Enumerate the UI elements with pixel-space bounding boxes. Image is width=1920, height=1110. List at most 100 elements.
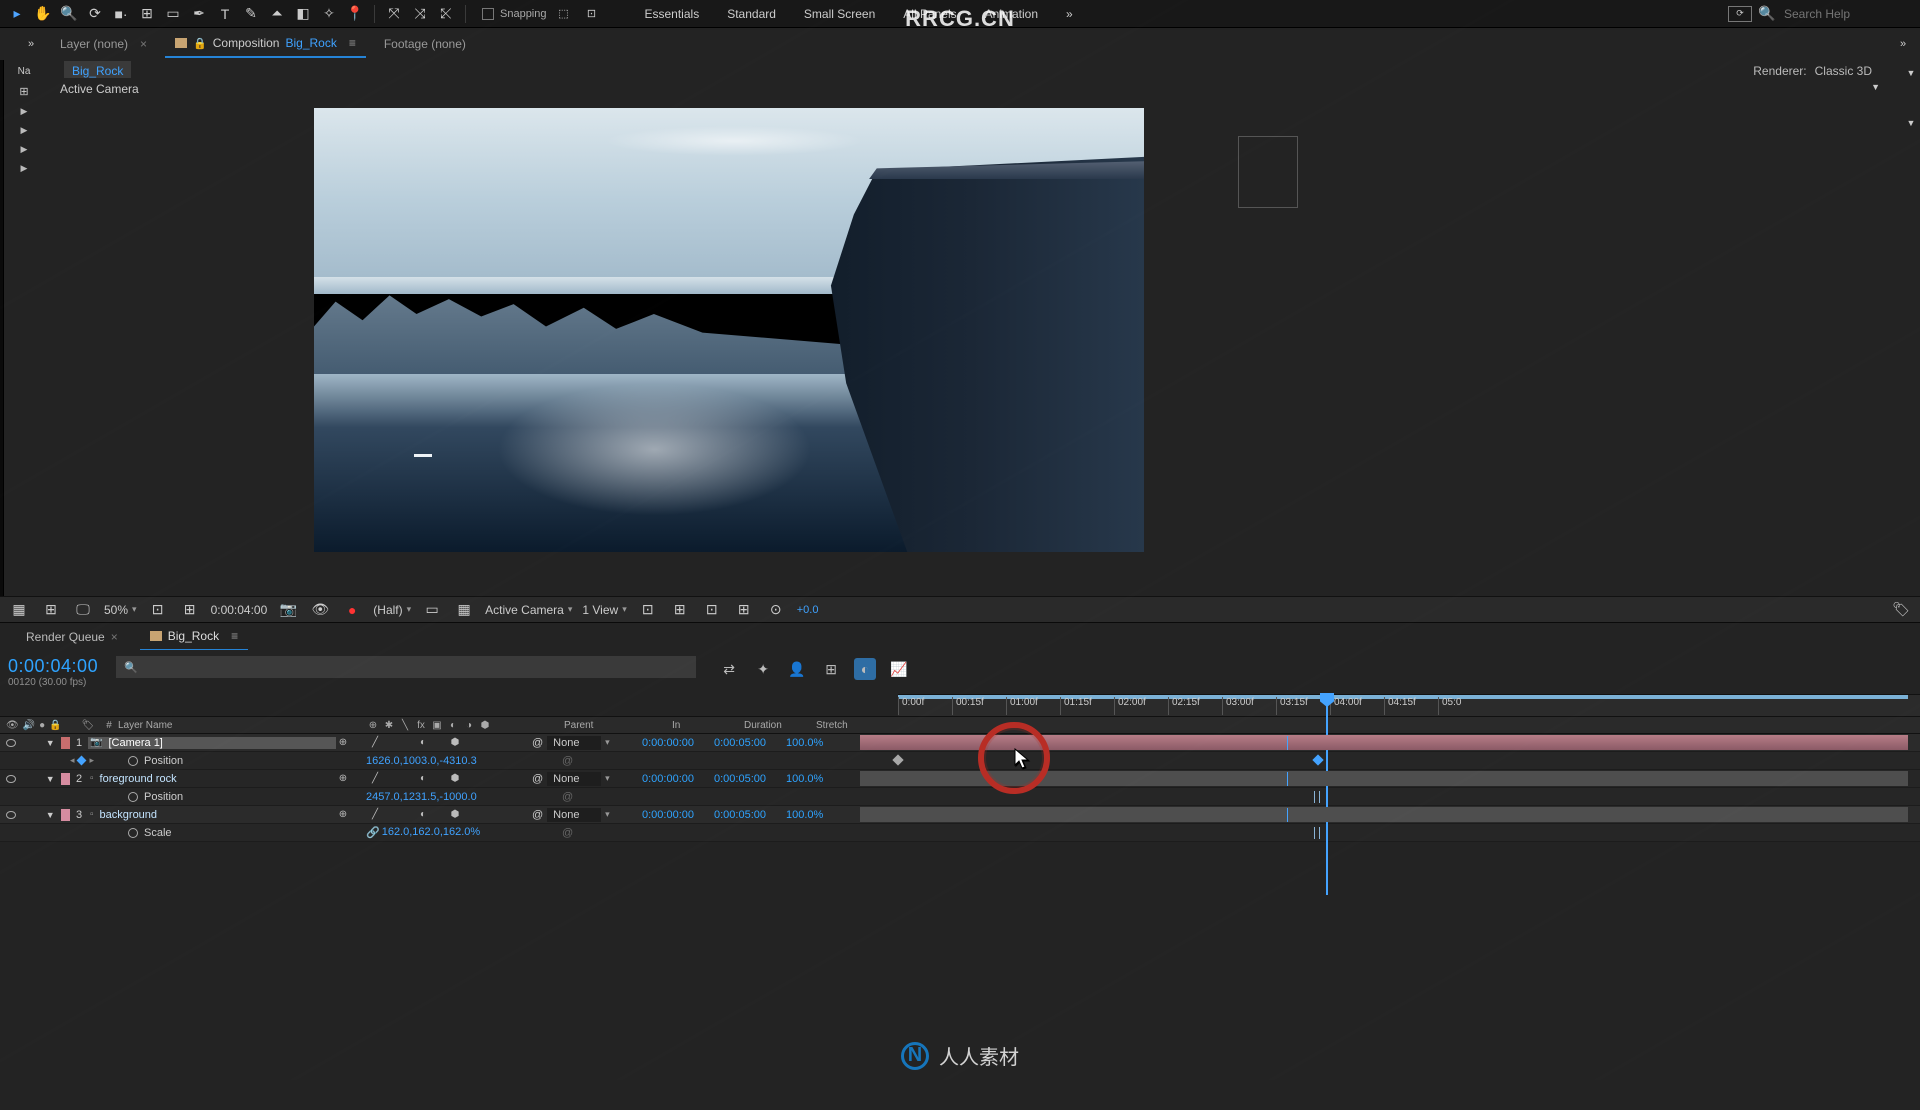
property-value[interactable]: 2457.0,1231.5,-1000.0: [366, 791, 558, 803]
pixel-aspect-icon[interactable]: ⊡: [637, 599, 659, 621]
tab-render-queue[interactable]: Render Queue ×: [16, 624, 128, 650]
label-color[interactable]: [61, 773, 70, 785]
right-collapse-icon[interactable]: ▼: [1907, 68, 1916, 78]
layer-stretch[interactable]: 100.0%: [786, 773, 858, 785]
pickwhip-icon[interactable]: @: [532, 773, 543, 785]
roto-tool-icon[interactable]: ✧: [318, 3, 340, 25]
right-collapse-icon[interactable]: ▼: [1907, 118, 1916, 128]
monitor-icon[interactable]: 🖵: [72, 599, 94, 621]
twirl-icon[interactable]: ▼: [46, 738, 55, 748]
property-row[interactable]: ◂▸ Position 1626.0,1003.0,-4310.3 @: [0, 752, 1920, 770]
selection-tool-icon[interactable]: ▸: [6, 3, 28, 25]
layer-in[interactable]: 0:00:00:00: [642, 737, 714, 749]
time-ruler[interactable]: 0:00f00:15f01:00f01:15f02:00f02:15f03:00…: [898, 694, 1920, 716]
motion-blur-icon[interactable]: ◐: [854, 658, 876, 680]
layer-in[interactable]: 0:00:00:00: [642, 773, 714, 785]
exposure-value[interactable]: +0.0: [797, 604, 819, 616]
parent-dropdown[interactable]: None: [547, 772, 601, 786]
puppet-tool-icon[interactable]: 📍: [344, 3, 366, 25]
search-input[interactable]: [1784, 7, 1904, 21]
zoom-dropdown[interactable]: 50%▾: [104, 603, 137, 617]
renderer-value[interactable]: Classic 3D: [1815, 64, 1872, 78]
graph-editor-icon[interactable]: 📈: [888, 658, 910, 680]
eraser-tool-icon[interactable]: ◧: [292, 3, 314, 25]
snap-opts2-icon[interactable]: ⊡: [581, 3, 603, 25]
layer-switches[interactable]: ⊕╱ ◐⬢: [336, 737, 528, 748]
close-icon[interactable]: ×: [140, 37, 147, 51]
layer-in[interactable]: 0:00:00:00: [642, 809, 714, 821]
side-expand-icon[interactable]: ▶: [21, 106, 28, 117]
layer-bar[interactable]: [860, 807, 1908, 822]
visibility-toggle[interactable]: [6, 775, 16, 783]
stopwatch-icon[interactable]: [128, 828, 138, 838]
workspace-essentials[interactable]: Essentials: [645, 7, 700, 21]
region-icon[interactable]: ⊞: [179, 599, 201, 621]
keyframe-icon[interactable]: [1312, 754, 1323, 765]
resolution-dropdown[interactable]: (Half)▾: [373, 603, 411, 617]
visibility-toggle[interactable]: [6, 739, 16, 747]
hand-tool-icon[interactable]: ✋: [32, 3, 54, 25]
camera-tool-icon[interactable]: ■·: [110, 3, 132, 25]
workspace-standard[interactable]: Standard: [727, 7, 776, 21]
property-row[interactable]: Position 2457.0,1231.5,-1000.0 @: [0, 788, 1920, 806]
panel-menu-icon[interactable]: ≡: [349, 36, 356, 50]
close-icon[interactable]: ×: [111, 630, 118, 644]
local-axis-icon[interactable]: ⤧: [383, 3, 405, 25]
clone-tool-icon[interactable]: ⏶: [266, 3, 288, 25]
flowchart-icon[interactable]: ⊞: [19, 85, 28, 98]
workspace-small-screen[interactable]: Small Screen: [804, 7, 875, 21]
layer-duration[interactable]: 0:00:05:00: [714, 773, 786, 785]
parent-dropdown[interactable]: None: [547, 736, 601, 750]
composition-viewport[interactable]: [314, 108, 1144, 552]
grid-icon[interactable]: ⊞: [40, 599, 62, 621]
roi-icon[interactable]: ▭: [421, 599, 443, 621]
snapshot-icon[interactable]: 📷: [277, 599, 299, 621]
layer-row[interactable]: ▼ 2 ▫ foreground rock ⊕╱ ◐⬢ @ None ▾ 0:0…: [0, 770, 1920, 788]
alpha-icon[interactable]: ▦: [8, 599, 30, 621]
brush-tool-icon[interactable]: ✎: [240, 3, 262, 25]
timeline-search[interactable]: 🔍: [116, 656, 696, 678]
tab-layer[interactable]: Layer (none)×: [50, 31, 157, 57]
lock-col-icon[interactable]: 🔒: [49, 720, 61, 731]
panel-overflow-right-icon[interactable]: »: [1892, 33, 1914, 55]
views-dropdown[interactable]: 1 View▾: [582, 603, 626, 617]
layer-switches[interactable]: ⊕╱ ◐⬢: [336, 773, 528, 784]
draft3d-icon[interactable]: ✦: [752, 658, 774, 680]
resolution-icon[interactable]: ⊡: [147, 599, 169, 621]
sync-icon[interactable]: ⟳: [1728, 6, 1752, 22]
rotate-tool-icon[interactable]: ⟳: [84, 3, 106, 25]
keyframe-icon[interactable]: [892, 754, 903, 765]
panel-menu-icon[interactable]: ≡: [231, 629, 238, 643]
label-color[interactable]: [61, 737, 70, 749]
current-time[interactable]: 0:00:04:00: [211, 603, 268, 617]
world-axis-icon[interactable]: ⤨: [409, 3, 431, 25]
layer-switches[interactable]: ⊕╱ ◐⬢: [336, 809, 528, 820]
snapping-checkbox[interactable]: [482, 8, 494, 20]
side-expand-icon[interactable]: ▶: [21, 144, 28, 155]
property-row[interactable]: Scale 🔗162.0,162.0,162.0% @: [0, 824, 1920, 842]
side-expand-icon[interactable]: ▶: [21, 125, 28, 136]
layer-name[interactable]: 📷 [Camera 1]: [88, 737, 336, 749]
layer-stretch[interactable]: 100.0%: [786, 737, 858, 749]
camera-dropdown[interactable]: Active Camera▾: [485, 603, 572, 617]
label-col-icon[interactable]: 🏷: [82, 720, 95, 731]
view-axis-icon[interactable]: ⤪: [435, 3, 457, 25]
frame-blend-icon[interactable]: ⊞: [820, 658, 842, 680]
twirl-icon[interactable]: ▼: [46, 774, 55, 784]
pickwhip-icon[interactable]: @: [562, 791, 573, 803]
twirl-icon[interactable]: ▼: [46, 810, 55, 820]
zoom-tool-icon[interactable]: 🔍: [58, 3, 80, 25]
text-tool-icon[interactable]: T: [214, 3, 236, 25]
layer-stretch[interactable]: 100.0%: [786, 809, 858, 821]
tab-comp-timeline[interactable]: Big_Rock ≡: [140, 623, 248, 651]
tag-icon[interactable]: 🏷: [1890, 599, 1912, 621]
link-icon[interactable]: 🔗: [366, 826, 380, 839]
property-value[interactable]: 🔗162.0,162.0,162.0%: [366, 826, 558, 839]
property-value[interactable]: 1626.0,1003.0,-4310.3: [366, 755, 558, 767]
audio-col-icon[interactable]: 🔊: [23, 720, 35, 731]
pickwhip-icon[interactable]: @: [532, 809, 543, 821]
layer-name[interactable]: ▫ foreground rock: [88, 773, 336, 785]
side-expand-icon[interactable]: ▶: [21, 163, 28, 174]
panel-overflow-icon[interactable]: »: [20, 33, 42, 55]
pickwhip-icon[interactable]: @: [562, 827, 573, 839]
